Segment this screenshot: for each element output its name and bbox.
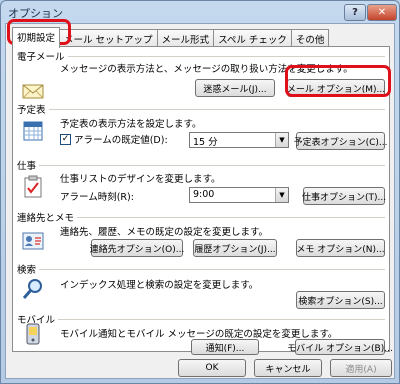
- reminder-label: アラームの既定値(D):: [74, 135, 168, 146]
- reminder-value: 15 分: [193, 137, 218, 148]
- mobile-description: モバイル通知とモバイル メッセージの既定の設定を変更します。: [60, 329, 338, 340]
- close-button[interactable]: ✕: [367, 4, 397, 21]
- calendar-section-title: 予定表: [17, 102, 49, 116]
- mobile-divider: [17, 319, 385, 320]
- ok-button[interactable]: OK: [178, 359, 246, 377]
- reminder-checkbox[interactable]: ✓: [60, 133, 71, 145]
- search-options-button[interactable]: 検索オプション(S)...: [296, 291, 385, 309]
- mobile-phone-icon: [26, 323, 40, 345]
- tasks-section-title: 仕事: [17, 158, 40, 172]
- options-dialog: オプション ? ✕ 初期設定 メール セットアップ メール形式 スペル チェック…: [0, 0, 400, 384]
- tab-other[interactable]: その他: [290, 29, 330, 47]
- reminder-time-label: アラーム時刻(R):: [60, 192, 134, 203]
- tasks-divider: [17, 165, 385, 166]
- apply-button[interactable]: 適用(A): [330, 359, 392, 377]
- mail-divider: [17, 56, 385, 57]
- reminder-time-value: 9:00: [193, 189, 215, 200]
- calendar-divider: [17, 109, 385, 110]
- calendar-description: 予定表の表示方法を設定します。: [60, 119, 202, 130]
- chevron-down-icon[interactable]: ▼: [275, 188, 288, 202]
- notify-button[interactable]: 通知(F)...: [191, 339, 259, 355]
- tab-mail-setup[interactable]: メール セットアップ: [59, 29, 158, 47]
- mobile-options-button[interactable]: モバイル オプション(B)...: [287, 339, 393, 355]
- help-button[interactable]: ?: [344, 4, 366, 21]
- task-clipboard-icon: [24, 175, 42, 198]
- reminder-checkbox-row[interactable]: ✓ アラームの既定値(D):: [60, 132, 168, 146]
- search-section-title: 検索: [17, 262, 40, 276]
- window-title: オプション: [8, 7, 63, 20]
- journal-options-button[interactable]: 履歴オプション(J)...: [193, 239, 277, 257]
- mail-description: メッセージの表示方法と、メッセージの取り扱い方法を変更します。: [60, 64, 353, 75]
- calendar-options-button[interactable]: 予定表オプション(C)...: [294, 132, 387, 150]
- contacts-section-title: 連絡先とメモ: [17, 210, 78, 224]
- envelope-icon: [22, 84, 44, 99]
- contacts-description: 連絡先、履歴、メモの既定の設定を変更します。: [60, 227, 269, 238]
- contact-options-button[interactable]: 連絡先オプション(O)...: [90, 239, 184, 257]
- magnifier-icon: [22, 279, 42, 299]
- search-description: インデックス処理と検索の設定を変更します。: [60, 280, 259, 291]
- search-divider: [17, 269, 385, 270]
- mail-options-button[interactable]: メール オプション(M)...: [287, 79, 385, 97]
- dialog-client: 初期設定 メール セットアップ メール形式 スペル チェック その他 電子メール…: [5, 23, 395, 379]
- cancel-button[interactable]: キャンセル: [254, 359, 322, 377]
- reminder-time-dropdown[interactable]: 9:00 ▼: [189, 187, 289, 203]
- tab-mail-format[interactable]: メール形式: [156, 29, 215, 47]
- calendar-icon: [23, 121, 43, 141]
- junk-mail-button[interactable]: 迷惑メール(J)...: [195, 79, 275, 97]
- tab-strip: 初期設定 メール セットアップ メール形式 スペル チェック その他: [12, 27, 330, 48]
- general-panel: 電子メール メッセージの表示方法と、メッセージの取り扱い方法を変更します。 迷惑…: [12, 46, 393, 355]
- reminder-dropdown[interactable]: 15 分 ▼: [189, 132, 289, 148]
- tab-general[interactable]: 初期設定: [12, 27, 61, 48]
- task-options-button[interactable]: 仕事オプション(T)...: [302, 187, 386, 205]
- chevron-down-icon[interactable]: ▼: [275, 133, 288, 147]
- title-bar: オプション ? ✕: [1, 1, 399, 23]
- tab-spelling[interactable]: スペル チェック: [213, 29, 292, 47]
- tasks-description: 仕事リストのデザインを変更します。: [60, 174, 221, 185]
- notes-options-button[interactable]: メモ オプション(N)...: [296, 239, 385, 257]
- contact-card-icon: [22, 232, 44, 250]
